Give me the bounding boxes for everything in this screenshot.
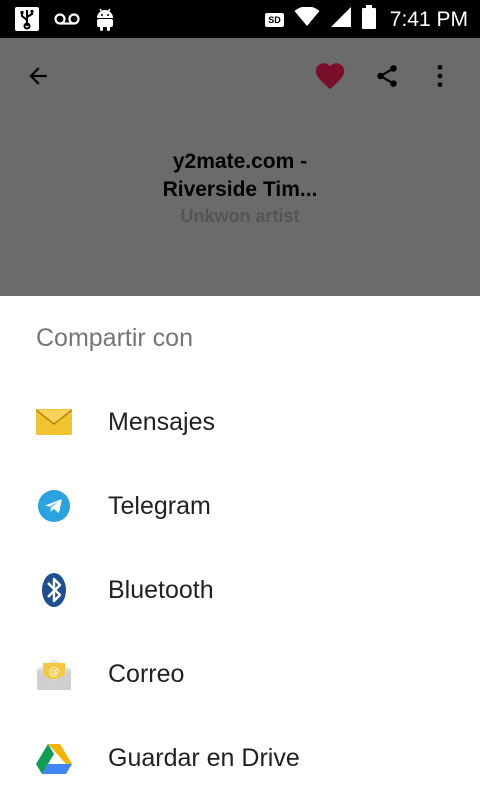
- status-left: [14, 6, 116, 37]
- share-sheet-title: Compartir con: [36, 324, 193, 352]
- share-icon[interactable]: [369, 58, 405, 94]
- track-title-line2: Riverside Tim...: [162, 178, 318, 201]
- sd-card-icon: SD: [265, 12, 284, 27]
- back-arrow-icon[interactable]: [20, 58, 56, 94]
- status-right: SD 7:41 PM: [265, 5, 468, 34]
- share-target-label: Guardar en Drive: [108, 743, 300, 772]
- more-vert-icon[interactable]: [422, 58, 458, 94]
- share-target-label: Mensajes: [108, 407, 215, 436]
- wifi-icon: [294, 6, 320, 32]
- track-artist: Unkwon artist: [180, 206, 300, 226]
- heart-icon[interactable]: [312, 58, 348, 94]
- share-target-mensajes[interactable]: Mensajes: [0, 380, 480, 464]
- share-target-label: Bluetooth: [108, 575, 214, 604]
- share-target-telegram[interactable]: Telegram: [0, 464, 480, 548]
- envelope-icon: [36, 404, 72, 440]
- mail-icon: @: [36, 656, 72, 692]
- share-target-drive[interactable]: Guardar en Drive: [0, 716, 480, 800]
- android-icon: [94, 7, 116, 36]
- now-playing-screen[interactable]: y2mate.com - Riverside Tim... Unkwon art…: [0, 38, 480, 296]
- svg-text:@: @: [49, 665, 60, 678]
- status-time: 7:41 PM: [389, 7, 468, 31]
- share-target-correo[interactable]: @ Correo: [0, 632, 480, 716]
- usb-icon: [14, 6, 40, 37]
- status-bar: SD 7:41 PM: [0, 0, 480, 38]
- track-title-line1: y2mate.com -: [172, 150, 308, 173]
- signal-icon: [330, 6, 352, 33]
- share-target-label: Telegram: [108, 491, 211, 520]
- share-sheet: Compartir con Mensajes Telegram Bluetoot…: [0, 296, 480, 800]
- drive-icon: [36, 740, 72, 776]
- share-target-bluetooth[interactable]: Bluetooth: [0, 548, 480, 632]
- share-target-label: Correo: [108, 659, 185, 688]
- voicemail-icon: [54, 12, 80, 31]
- telegram-icon: [36, 488, 72, 524]
- track-title: y2mate.com - Riverside Tim...: [60, 148, 420, 204]
- bluetooth-icon: [36, 572, 72, 608]
- battery-icon: [361, 5, 376, 34]
